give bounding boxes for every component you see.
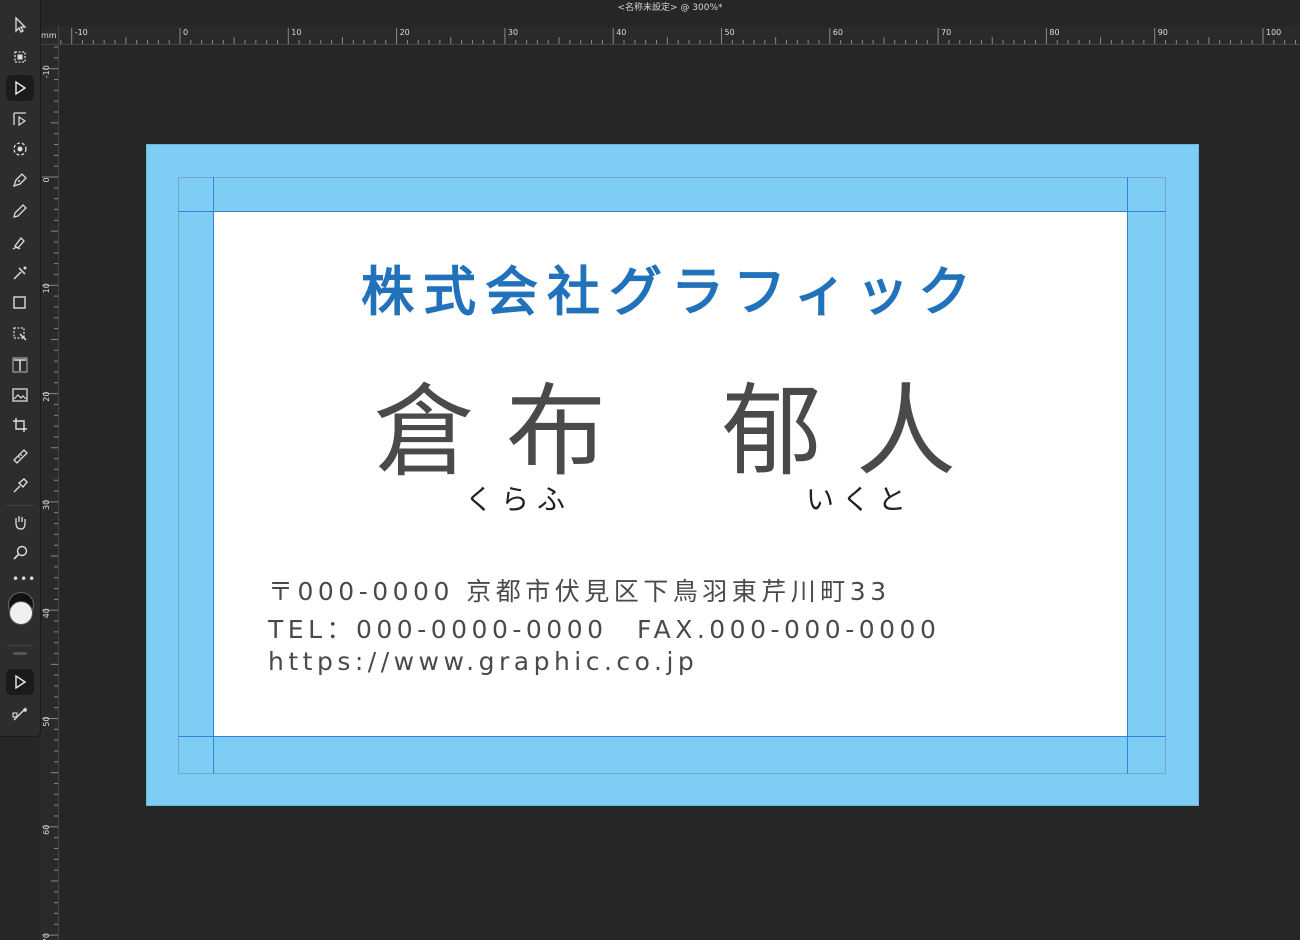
ruler-label: 100 — [1266, 28, 1281, 37]
path-node-icon — [12, 707, 27, 721]
guide-bottom[interactable] — [178, 736, 1166, 737]
node-tool-icon — [15, 80, 27, 96]
artboard-tool-icon — [14, 51, 26, 63]
ruler-label: 30 — [42, 500, 51, 510]
toolbar-divider — [6, 645, 34, 646]
ruler-label: 60 — [42, 825, 51, 835]
move-tool[interactable] — [6, 12, 34, 38]
move-tool-icon — [15, 16, 27, 33]
ruler-label: 10 — [291, 28, 301, 37]
artboard-tool[interactable] — [6, 44, 34, 70]
vector-crop-tool[interactable] — [6, 321, 34, 347]
vector-brush-tool[interactable] — [6, 229, 34, 255]
ruler-label: 30 — [508, 28, 518, 37]
fill-tool-icon — [13, 266, 27, 280]
horizontal-ruler[interactable]: -10 0 10 20 30 40 50 60 70 80 90 100 — [40, 26, 1300, 45]
panel-grip-icon[interactable] — [13, 652, 27, 655]
image-tool[interactable] — [6, 382, 34, 408]
name-char[interactable]: 郁 — [722, 350, 822, 495]
ruler-label: 50 — [42, 716, 51, 726]
rectangle-tool-icon — [13, 296, 26, 309]
zoom-tool[interactable] — [6, 540, 34, 566]
pen-tool[interactable] — [6, 167, 34, 193]
ruler-label: 0 — [183, 28, 188, 37]
hand-tool[interactable] — [6, 509, 34, 535]
ruler-label: -10 — [42, 65, 51, 78]
ruler-unit: mm — [41, 31, 57, 40]
toolbar-divider — [6, 505, 34, 506]
ruler-label: 80 — [1049, 28, 1059, 37]
ruler-label: 70 — [42, 933, 51, 940]
ruler-label: 90 — [1158, 28, 1168, 37]
phone-fax-line[interactable]: TEL：000-0000-0000 FAX.000-000-0000 — [268, 610, 940, 646]
color-picker-tool[interactable] — [6, 473, 34, 499]
ruler-label: 60 — [833, 28, 843, 37]
transform-tool[interactable] — [6, 412, 34, 438]
frame-text-tool[interactable] — [6, 352, 34, 378]
vertical-ruler[interactable]: -10 0 10 20 30 40 50 60 70 — [40, 44, 59, 940]
pencil-tool[interactable] — [6, 198, 34, 224]
vector-brush-tool-icon — [12, 237, 25, 250]
point-transform-tool-icon — [13, 142, 27, 156]
ruby-family-name[interactable]: くらふ — [465, 478, 573, 518]
tools-panel: ••• — [0, 0, 41, 737]
context-move-tool[interactable] — [6, 669, 34, 695]
corner-tool[interactable] — [6, 106, 34, 132]
hand-tool-icon — [15, 516, 26, 530]
frame-text-tool-icon — [12, 357, 28, 373]
zoom-tool-icon — [13, 545, 28, 560]
pointer-icon — [15, 674, 27, 690]
pencil-tool-icon — [13, 204, 27, 218]
name-char[interactable]: 人 — [856, 350, 956, 495]
ruler-label: 40 — [42, 608, 51, 618]
ruler-label: 20 — [400, 28, 410, 37]
guide-top[interactable] — [178, 211, 1166, 212]
ruler-label: 70 — [941, 28, 951, 37]
address-line[interactable]: 〒000-0000 京都市伏見区下鳥羽東芹川町33 — [268, 572, 891, 608]
ruler-label: 40 — [616, 28, 626, 37]
corner-tool-icon — [13, 112, 27, 127]
color-picker-tool-icon — [13, 478, 28, 493]
context-path-tool[interactable] — [6, 701, 34, 727]
pen-tool-icon — [12, 173, 27, 188]
document-title: <名称未設定> @ 300%* — [617, 3, 723, 13]
node-tool[interactable] — [6, 75, 34, 101]
document-title-bar: <名称未設定> @ 300%* — [40, 0, 1300, 27]
ruler-label: 50 — [725, 28, 735, 37]
ruler-tool[interactable] — [6, 443, 34, 469]
point-transform-tool[interactable] — [6, 136, 34, 162]
url-line[interactable]: https://www.graphic.co.jp — [268, 647, 698, 676]
image-tool-icon — [12, 388, 28, 402]
vector-crop-tool-icon — [13, 327, 27, 341]
ruler-label: 10 — [42, 283, 51, 293]
fill-color-swatch[interactable] — [9, 601, 33, 625]
fill-tool[interactable] — [6, 260, 34, 286]
ruler-label: 0 — [42, 177, 51, 182]
more-tools-icon[interactable]: ••• — [12, 572, 36, 586]
ruler-label: 20 — [42, 392, 51, 402]
company-name[interactable]: 株式会社グラフィック — [213, 250, 1128, 326]
rectangle-tool[interactable] — [6, 290, 34, 316]
ruler-label: -10 — [75, 28, 88, 37]
transform-tool-icon — [13, 418, 27, 432]
name-char[interactable]: 布 — [506, 350, 606, 495]
name-char[interactable]: 倉 — [374, 350, 474, 495]
ruby-given-name[interactable]: いくと — [806, 478, 914, 518]
ruler-tool-icon — [13, 449, 28, 464]
